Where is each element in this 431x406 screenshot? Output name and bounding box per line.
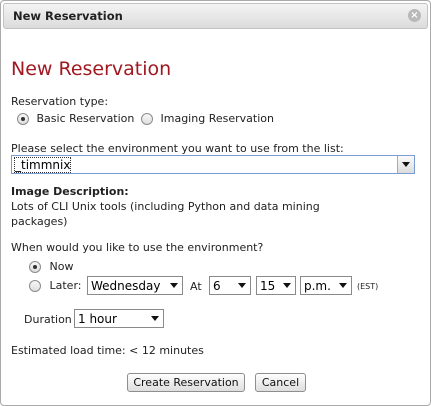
- estimated-load-time: Estimated load time: < 12 minutes: [11, 344, 204, 357]
- radio-now-label: Now: [49, 260, 74, 273]
- at-label: At: [190, 280, 202, 293]
- image-description-label: Image Description:: [11, 185, 129, 198]
- radio-basic-reservation[interactable]: Basic Reservation: [17, 112, 134, 125]
- ampm-select-value: p.m.: [304, 279, 331, 293]
- duration-label: Duration: [24, 313, 72, 326]
- duration-select[interactable]: 1 hour: [74, 309, 164, 328]
- chevron-down-icon: [170, 283, 178, 288]
- timezone-label: (EST): [357, 282, 379, 291]
- chevron-down-icon: [238, 283, 246, 288]
- radio-now-icon[interactable]: [29, 261, 41, 273]
- hour-select[interactable]: 6: [209, 276, 251, 295]
- cancel-button[interactable]: Cancel: [255, 373, 306, 392]
- radio-imaging-reservation[interactable]: Imaging Reservation: [141, 112, 274, 125]
- ampm-select[interactable]: p.m.: [300, 276, 352, 295]
- page-title: New Reservation: [11, 58, 172, 80]
- environment-dropdown-button[interactable]: [397, 156, 414, 173]
- radio-later-label: Later:: [49, 279, 82, 292]
- dialog-titlebar[interactable]: New Reservation ×: [3, 3, 428, 29]
- radio-imaging-label: Imaging Reservation: [160, 112, 274, 125]
- image-description-line2: packages): [11, 215, 68, 228]
- when-prompt: When would you like to use the environme…: [11, 241, 264, 254]
- image-description-line1: Lots of CLI Unix tools (including Python…: [11, 200, 320, 213]
- minute-select-value: 15: [260, 279, 276, 293]
- chevron-down-icon: [151, 316, 159, 321]
- minute-select[interactable]: 15: [256, 276, 296, 295]
- radio-basic-icon[interactable]: [17, 113, 29, 125]
- hour-select-value: 6: [213, 279, 221, 293]
- radio-basic-label: Basic Reservation: [36, 112, 135, 125]
- chevron-down-icon: [339, 283, 347, 288]
- environment-select[interactable]: _timmnix: [11, 155, 415, 174]
- radio-imaging-icon[interactable]: [141, 113, 153, 125]
- day-select[interactable]: Wednesday: [87, 276, 183, 295]
- day-select-value: Wednesday: [91, 279, 161, 293]
- environment-selected-value: _timmnix: [13, 157, 72, 173]
- create-reservation-button[interactable]: Create Reservation: [127, 373, 245, 392]
- radio-later-icon[interactable]: [29, 280, 41, 292]
- reservation-type-label: Reservation type:: [11, 95, 109, 108]
- chevron-down-icon: [402, 162, 410, 167]
- new-reservation-dialog: New Reservation × New Reservation Reserv…: [0, 0, 431, 406]
- environment-prompt: Please select the environment you want t…: [11, 142, 344, 155]
- chevron-down-icon: [283, 283, 291, 288]
- close-icon[interactable]: ×: [408, 9, 421, 22]
- radio-later[interactable]: Later:: [29, 279, 82, 292]
- dialog-title: New Reservation: [13, 9, 123, 23]
- radio-now[interactable]: Now: [29, 260, 73, 273]
- duration-select-value: 1 hour: [78, 312, 117, 326]
